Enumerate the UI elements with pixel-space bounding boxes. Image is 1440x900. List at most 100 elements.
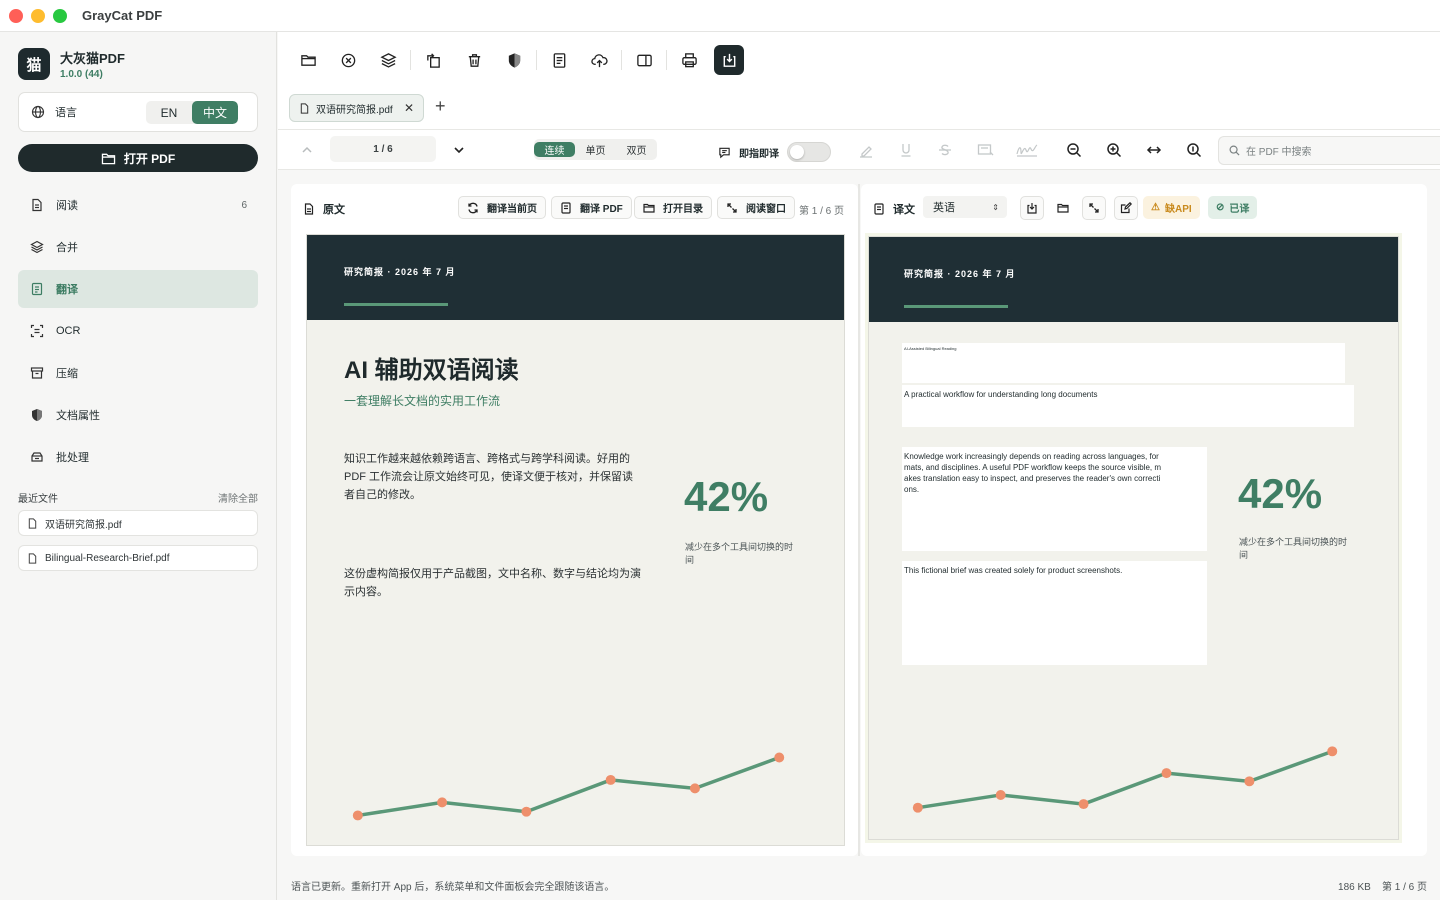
pane-divider[interactable]	[858, 184, 860, 856]
highlighter-icon[interactable]	[858, 142, 874, 158]
chevron-down-icon[interactable]	[452, 143, 466, 157]
layers-button[interactable]	[373, 45, 403, 75]
security-button[interactable]	[499, 45, 529, 75]
sidebar-item-ocr[interactable]: OCR	[18, 312, 258, 350]
underline-icon[interactable]	[898, 142, 914, 158]
status-message: 语言已更新。重新打开 App 后，系统菜单和文件面板会完全跟随该语言。	[291, 881, 615, 893]
close-tab-icon[interactable]: ✕	[404, 101, 414, 115]
delete-page-button[interactable]	[459, 45, 489, 75]
mode-continuous[interactable]: 连续	[534, 142, 575, 157]
open-pdf-button[interactable]: 打开 PDF	[18, 144, 258, 172]
rotate-icon	[426, 52, 440, 68]
add-tab-button[interactable]: +	[435, 96, 446, 117]
app-logo: 猫	[18, 48, 50, 80]
close-window-button[interactable]	[9, 8, 23, 23]
chart-data-point	[1078, 799, 1089, 810]
reading-window-label: 阅读窗口	[746, 204, 786, 215]
translation-pane-title: 译文	[893, 204, 915, 216]
document-header-band: 研究简报 · 2026 年 7 月	[869, 237, 1398, 322]
sidebar-item-label: 文档属性	[56, 410, 100, 422]
lang-en-option[interactable]: EN	[146, 101, 192, 124]
tab-label: 双语研究简报.pdf	[316, 104, 393, 116]
read-count-badge: 6	[241, 199, 247, 211]
rotate-page-button[interactable]	[418, 45, 448, 75]
line-chart	[912, 746, 1338, 813]
chevron-up-icon[interactable]	[300, 143, 314, 157]
export-button[interactable]	[714, 45, 744, 75]
text-box-icon[interactable]	[977, 142, 995, 158]
stat-caption: 减少在多个工具间切换的时 间	[685, 541, 793, 567]
close-document-button[interactable]	[333, 45, 363, 75]
zoom-out-icon[interactable]	[1066, 142, 1082, 158]
instant-translate-toggle[interactable]	[787, 142, 831, 162]
clear-recent-button[interactable]: 清除全部	[218, 490, 258, 505]
zoom-in-icon[interactable]	[1106, 142, 1122, 158]
file-icon	[28, 517, 37, 529]
sidebar-item-read[interactable]: 阅读 6	[18, 186, 258, 224]
signature-icon[interactable]	[1015, 142, 1039, 158]
tab-document[interactable]: 双语研究简报.pdf ✕	[289, 94, 424, 122]
sidebar-item-merge[interactable]: 合并	[18, 228, 258, 266]
translated-title-block[interactable]: AI-Assisted Bilingual Reading	[902, 343, 1345, 383]
caption-line: 减少在多个工具间切换的时	[685, 542, 794, 552]
translated-label: 已译	[1229, 204, 1250, 215]
minimize-window-button[interactable]	[31, 8, 45, 23]
instant-translate-label: 即指即译	[739, 148, 779, 160]
document-paragraph-1: 知识工作越来越依赖跨语言、跨格式与跨学科阅读。好用的 PDF 工作流会让原文始终…	[344, 450, 664, 504]
chart-data-point	[1161, 768, 1172, 779]
sidebar-item-properties[interactable]: 文档属性	[18, 396, 258, 434]
split-view-button[interactable]	[629, 45, 659, 75]
recent-file-name: 双语研究简报.pdf	[45, 519, 122, 531]
header-accent-line	[904, 305, 1008, 308]
lang-zh-option[interactable]: 中文	[192, 101, 238, 124]
translated-subtitle-block[interactable]: A practical workflow for understanding l…	[902, 385, 1354, 427]
document-text-icon	[553, 52, 565, 68]
actual-size-icon[interactable]	[1186, 142, 1202, 158]
document-kicker: 研究简报 · 2026 年 7 月	[344, 267, 456, 277]
target-language-select[interactable]: 英语 ⇕	[923, 196, 1007, 218]
shield-icon	[32, 409, 42, 421]
fit-width-icon[interactable]	[1146, 142, 1162, 158]
search-field[interactable]: 在 PDF 中搜索	[1218, 136, 1440, 165]
open-folder-button[interactable]	[1051, 196, 1075, 220]
expand-translation-button[interactable]	[1082, 196, 1106, 220]
mode-single[interactable]: 单页	[575, 142, 616, 157]
open-toc-button[interactable]: 打开目录	[634, 196, 712, 219]
edit-icon	[1120, 202, 1132, 214]
document-paragraph-2: 这份虚构简报仅用于产品截图，文中名称、数字与结论均为演 示内容。	[344, 565, 664, 601]
paragraph-line: mats, and disciplines. A useful PDF work…	[904, 463, 1161, 472]
export-translation-button[interactable]	[1020, 196, 1044, 220]
recent-file-item[interactable]: 双语研究简报.pdf	[18, 510, 258, 536]
translated-paragraph-1[interactable]: Knowledge work increasingly depends on r…	[902, 447, 1207, 551]
sidebar-item-batch[interactable]: 批处理	[18, 438, 258, 476]
title-bar: GrayCat PDF	[0, 0, 1440, 32]
missing-api-badge[interactable]: ⚠ 缺API	[1143, 196, 1200, 219]
sidebar-item-translate[interactable]: 翻译	[18, 270, 258, 308]
print-button[interactable]	[674, 45, 704, 75]
app-window: GrayCat PDF 猫 大灰猫PDF 1.0.0 (44) 语言 EN 中文…	[0, 0, 1440, 900]
page-number-field[interactable]: 1 / 6	[330, 136, 436, 162]
upload-button[interactable]	[584, 45, 614, 75]
zoom-window-button[interactable]	[53, 8, 67, 23]
document-icon	[32, 198, 42, 212]
translation-pane-header: 译文 英语 ⇕ ⚠ 缺API ⊘ 已译	[861, 184, 1427, 229]
chat-icon	[719, 147, 730, 158]
sidebar-item-label: 压缩	[56, 368, 78, 380]
open-folder-button[interactable]	[293, 45, 323, 75]
strikethrough-icon[interactable]	[937, 142, 953, 158]
recent-file-item[interactable]: Bilingual-Research-Brief.pdf	[18, 545, 258, 571]
translate-page-button[interactable]: 翻译当前页	[458, 196, 546, 219]
paragraph-line: akes translation easy to inspect, and pr…	[904, 474, 1161, 483]
sidebar-item-label: OCR	[56, 325, 81, 337]
reading-window-button[interactable]: 阅读窗口	[717, 196, 795, 219]
document-info-button[interactable]	[544, 45, 574, 75]
chart-data-point	[437, 797, 448, 808]
translate-pdf-button[interactable]: 翻译 PDF	[551, 196, 632, 219]
paragraph-line: 知识工作越来越依赖跨语言、跨格式与跨学科阅读。好用的	[344, 453, 630, 465]
translate-icon	[31, 282, 43, 296]
edit-translation-button[interactable]	[1114, 196, 1138, 220]
sidebar-item-compress[interactable]: 压缩	[18, 354, 258, 392]
mode-double[interactable]: 双页	[616, 142, 657, 157]
app-name: 大灰猫PDF	[60, 51, 126, 66]
translated-paragraph-2[interactable]: This fictional brief was created solely …	[902, 561, 1207, 665]
